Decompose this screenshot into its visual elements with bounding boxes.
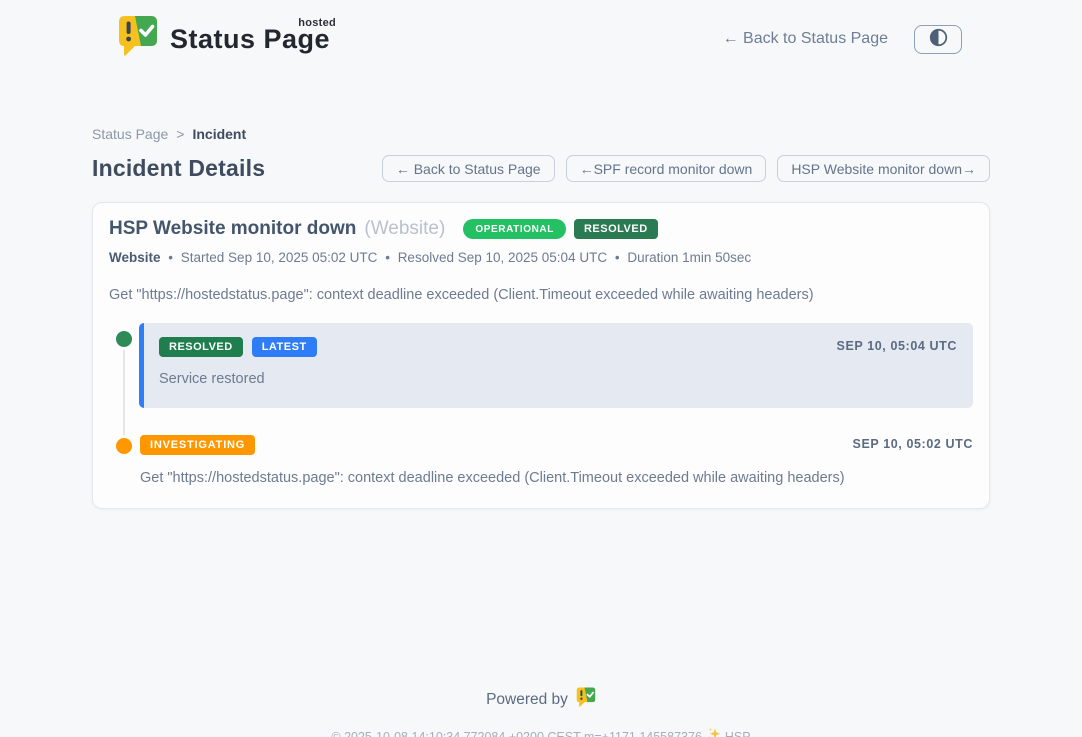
meta-component: Website — [109, 250, 161, 265]
resolved-badge: RESOLVED — [574, 219, 658, 239]
sparkles-icon — [706, 727, 721, 737]
meta-started: Started Sep 10, 2025 05:02 UTC — [181, 250, 378, 265]
breadcrumb-status-page[interactable]: Status Page — [92, 126, 168, 142]
timeline-dot-green — [116, 331, 132, 347]
half-circle-icon — [929, 28, 948, 50]
next-incident-button[interactable]: HSP Website monitor down→ — [777, 155, 990, 182]
meta-resolved: Resolved Sep 10, 2025 05:04 UTC — [398, 250, 607, 265]
brand-logo[interactable]: Status Page hosted — [118, 15, 330, 63]
operational-badge: OPERATIONAL — [463, 219, 566, 239]
incident-nav-buttons: ← Back to Status Page ←SPF record monito… — [382, 155, 990, 182]
theme-toggle-button[interactable] — [914, 25, 962, 54]
meta-duration: Duration 1min 50sec — [627, 250, 751, 265]
timeline-message: Get "https://hostedstatus.page": context… — [140, 470, 973, 486]
breadcrumb-separator: > — [176, 126, 184, 142]
breadcrumb: Status Page > Incident — [92, 126, 990, 142]
timeline-latest-badge: LATEST — [252, 337, 317, 357]
timeline-resolved-badge: RESOLVED — [159, 337, 243, 357]
timeline-timestamp: SEP 10, 05:02 UTC — [853, 437, 973, 451]
header-back-link[interactable]: ← Back to Status Page — [723, 30, 888, 48]
back-to-status-page-button[interactable]: ← Back to Status Page — [382, 155, 555, 182]
timeline-entry-investigating: INVESTIGATING SEP 10, 05:02 UTC Get "htt… — [109, 435, 973, 486]
powered-by-label: Powered by — [486, 691, 568, 709]
timeline-dot-orange — [116, 438, 132, 454]
page-title: Incident Details — [92, 155, 265, 182]
incident-title: HSP Website monitor down — [109, 218, 356, 240]
incident-meta: Website • Started Sep 10, 2025 05:02 UTC… — [109, 250, 973, 265]
brand-hosted-label: hosted — [298, 17, 336, 29]
copyright-suffix: HSP — [725, 730, 751, 737]
statuspage-bubble-icon — [118, 15, 158, 63]
timeline-investigating-badge: INVESTIGATING — [140, 435, 255, 455]
incident-component-suffix: (Website) — [364, 218, 445, 240]
prev-incident-button[interactable]: ←SPF record monitor down — [566, 155, 767, 182]
footer: Powered by © 2025-10-08 14:10:34.772084 … — [0, 687, 1082, 737]
incident-timeline: RESOLVED LATEST SEP 10, 05:04 UTC Servic… — [109, 329, 973, 486]
incident-card: HSP Website monitor down (Website) OPERA… — [92, 202, 990, 509]
timeline-timestamp: SEP 10, 05:04 UTC — [837, 339, 957, 353]
copyright-line: © 2025-10-08 14:10:34.772084 +0200 CEST … — [0, 728, 1082, 737]
brand-name: Status Page hosted — [170, 24, 330, 55]
breadcrumb-incident: Incident — [192, 126, 246, 142]
statuspage-bubble-icon-small[interactable] — [576, 687, 596, 713]
timeline-message: Service restored — [159, 371, 957, 387]
timeline-entry-resolved: RESOLVED LATEST SEP 10, 05:04 UTC Servic… — [109, 329, 973, 408]
copyright-text: © 2025-10-08 14:10:34.772084 +0200 CEST … — [331, 730, 702, 737]
header: Status Page hosted ← Back to Status Page — [0, 0, 1082, 64]
incident-description: Get "https://hostedstatus.page": context… — [109, 287, 973, 303]
